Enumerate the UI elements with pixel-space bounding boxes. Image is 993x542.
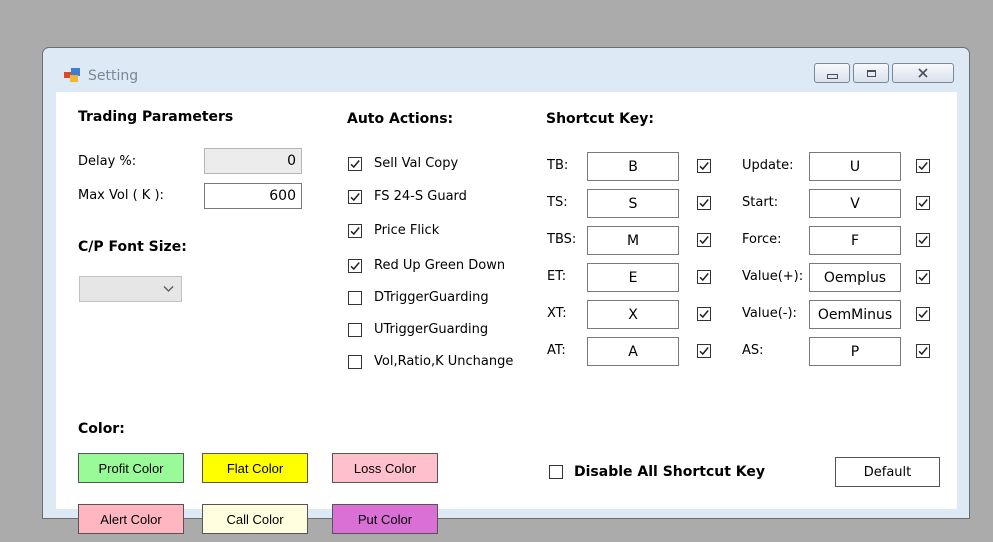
font-size-heading: C/P Font Size: <box>78 239 187 255</box>
minimize-button[interactable] <box>814 63 850 83</box>
close-button[interactable] <box>892 63 954 83</box>
shortcut-enable-checkbox[interactable] <box>916 233 930 247</box>
auto-actions-heading: Auto Actions: <box>347 111 454 127</box>
shortcut-key-field[interactable]: Oemplus <box>809 263 901 292</box>
shortcut-key-field[interactable]: V <box>809 189 901 218</box>
title-bar[interactable]: Setting <box>43 48 969 92</box>
flat-color-button[interactable]: Flat Color <box>202 453 308 483</box>
disable-shortcut-label: Disable All Shortcut Key <box>574 464 766 480</box>
app-icon <box>64 68 80 82</box>
shortcut-label: Force: <box>742 232 782 247</box>
auto-action-checkbox[interactable] <box>348 259 362 273</box>
auto-action-checkbox[interactable] <box>348 291 362 305</box>
auto-action-label: Sell Val Copy <box>374 156 459 171</box>
shortcut-label: TS: <box>547 195 568 210</box>
call-color-button[interactable]: Call Color <box>202 504 308 534</box>
shortcut-key-field[interactable]: X <box>587 300 679 329</box>
trading-parameters-heading: Trading Parameters <box>78 109 234 125</box>
shortcut-enable-checkbox[interactable] <box>916 196 930 210</box>
auto-action-label: Red Up Green Down <box>374 258 506 273</box>
shortcut-label: Value(-): <box>742 306 797 321</box>
color-heading: Color: <box>78 421 125 437</box>
max-vol-field[interactable]: 600 <box>204 183 302 209</box>
shortcut-label: TB: <box>547 158 569 173</box>
shortcut-enable-checkbox[interactable] <box>697 307 711 321</box>
shortcut-enable-checkbox[interactable] <box>697 344 711 358</box>
shortcut-label: TBS: <box>547 232 577 247</box>
shortcut-label: ET: <box>547 269 567 284</box>
shortcut-enable-checkbox[interactable] <box>916 159 930 173</box>
auto-action-label: UTriggerGuarding <box>374 322 489 337</box>
alert-color-button[interactable]: Alert Color <box>78 504 184 534</box>
shortcut-enable-checkbox[interactable] <box>916 307 930 321</box>
max-vol-label: Max Vol ( K ): <box>78 188 164 203</box>
font-size-select[interactable] <box>79 276 182 302</box>
delay-label: Delay %: <box>78 154 137 169</box>
default-button[interactable]: Default <box>835 457 940 487</box>
shortcut-label: Update: <box>742 158 794 173</box>
delay-field[interactable]: 0 <box>204 148 302 174</box>
shortcut-label: AS: <box>742 343 764 358</box>
profit-color-button[interactable]: Profit Color <box>78 453 184 483</box>
shortcut-key-field[interactable]: F <box>809 226 901 255</box>
shortcut-key-heading: Shortcut Key: <box>546 111 654 127</box>
shortcut-key-field[interactable]: S <box>587 189 679 218</box>
chevron-down-icon <box>163 286 174 292</box>
shortcut-label: Start: <box>742 195 779 210</box>
auto-action-label: Vol,Ratio,K Unchange <box>374 354 514 369</box>
loss-color-button[interactable]: Loss Color <box>332 453 438 483</box>
auto-action-label: FS 24-S Guard <box>374 189 467 204</box>
shortcut-enable-checkbox[interactable] <box>916 344 930 358</box>
shortcut-key-field[interactable]: A <box>587 337 679 366</box>
shortcut-key-field[interactable]: P <box>809 337 901 366</box>
auto-action-label: Price Flick <box>374 223 440 238</box>
window-title: Setting <box>88 68 139 84</box>
shortcut-enable-checkbox[interactable] <box>697 270 711 284</box>
shortcut-key-field[interactable]: M <box>587 226 679 255</box>
put-color-button[interactable]: Put Color <box>332 504 438 534</box>
shortcut-label: XT: <box>547 306 567 321</box>
shortcut-label: AT: <box>547 343 566 358</box>
client-area: Trading Parameters Delay %: 0 Max Vol ( … <box>56 92 957 534</box>
shortcut-label: Value(+): <box>742 269 804 284</box>
shortcut-key-field[interactable]: OemMinus <box>809 300 901 329</box>
setting-window: Setting Trading Parameters Delay %: 0 Ma… <box>42 47 970 534</box>
shortcut-enable-checkbox[interactable] <box>916 270 930 284</box>
auto-action-checkbox[interactable] <box>348 157 362 171</box>
shortcut-key-field[interactable]: E <box>587 263 679 292</box>
minimize-icon <box>826 73 838 79</box>
auto-action-checkbox[interactable] <box>348 190 362 204</box>
close-icon <box>918 68 928 78</box>
auto-action-checkbox[interactable] <box>348 224 362 238</box>
shortcut-enable-checkbox[interactable] <box>697 196 711 210</box>
shortcut-enable-checkbox[interactable] <box>697 159 711 173</box>
shortcut-key-field[interactable]: U <box>809 152 901 181</box>
disable-shortcut-checkbox[interactable] <box>549 465 563 479</box>
desktop: Setting Trading Parameters Delay %: 0 Ma… <box>0 0 993 542</box>
maximize-button[interactable] <box>853 63 889 83</box>
shortcut-enable-checkbox[interactable] <box>697 233 711 247</box>
auto-action-label: DTriggerGuarding <box>374 290 489 305</box>
shortcut-key-field[interactable]: B <box>587 152 679 181</box>
auto-action-checkbox[interactable] <box>348 323 362 337</box>
auto-action-checkbox[interactable] <box>348 355 362 369</box>
maximize-icon <box>866 69 876 77</box>
